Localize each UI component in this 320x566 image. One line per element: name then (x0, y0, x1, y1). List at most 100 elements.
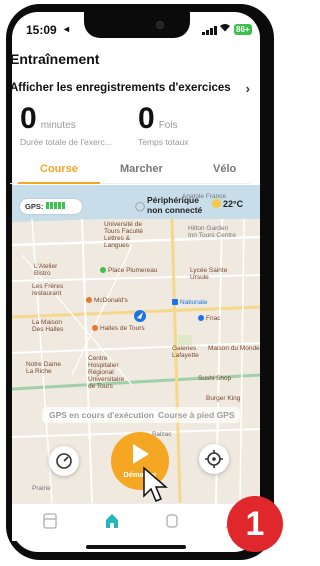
stat-duration: 0 minutes Durée totale de l'exerc... (20, 102, 124, 148)
times-label: Temps totaux (138, 137, 189, 147)
label-line: La Maison (32, 319, 62, 326)
label-line: Bistro (34, 270, 51, 277)
map-label-atelier: L'Atelier Bistro (34, 263, 57, 277)
peripheral-line: Périphérique (147, 195, 199, 205)
active-tab-indicator (18, 182, 100, 184)
map-label-mcdonalds: McDonald's (86, 297, 128, 304)
map-label-universite: Université de Tours Faculté Lettres & La… (104, 221, 143, 249)
restaurant-icon (86, 297, 92, 303)
label-line: Hilton Garden (188, 225, 229, 232)
activity-tabs: Course Marcher Vélo (10, 160, 250, 184)
battery-icon: 86+ (234, 24, 252, 35)
camera-dot (156, 21, 164, 29)
mode-pills: GPS en cours d'exécution Course à pied G… (42, 407, 240, 423)
mouse-cursor-icon (143, 466, 169, 502)
map-label-nationale: Nationale (172, 299, 207, 306)
mode-course-gps[interactable]: Course à pied GPS (158, 410, 235, 420)
wifi-icon (219, 23, 231, 35)
label-text: Nationale (180, 299, 208, 306)
watch-icon: ◯ (135, 201, 146, 211)
shop-icon (198, 315, 204, 321)
label-text: McDonald's (94, 297, 128, 304)
label-text: Halles de Tours (100, 325, 145, 332)
nav-today-icon[interactable] (42, 512, 58, 530)
tab-course[interactable]: Course (40, 163, 78, 175)
map-label-lycee: Lycée Sainte Ursule (190, 267, 227, 281)
label-line: Hospitalier (88, 362, 119, 369)
peripheral-status[interactable]: Périphérique non connecté (147, 195, 202, 215)
label-line: Des Halles (32, 326, 64, 333)
chevron-right-icon: › (245, 81, 250, 96)
cellular-signal-icon (202, 26, 217, 35)
label-line: restaurant (32, 290, 62, 297)
label-line: Ursule (190, 274, 209, 281)
map-label-notre-dame: Notre Dame La Riche (26, 361, 61, 375)
map-label-prairie: Prairie (32, 485, 51, 492)
map-label-plumereau: Place Plumereau (100, 267, 158, 274)
times-unit: Fois (158, 120, 178, 131)
step-number-badge: 1 (227, 496, 283, 552)
map-label-sushi: Sushi Shop (198, 375, 232, 382)
label-line: La Riche (26, 368, 52, 375)
label-line: de Tours (88, 383, 113, 390)
nav-device-icon[interactable] (164, 512, 180, 530)
weather: 22°C (212, 199, 243, 209)
mode-gps-running[interactable]: GPS en cours d'exécution (46, 410, 157, 420)
status-time: 15:09 (26, 23, 57, 37)
label-text: Fnac (206, 315, 221, 322)
training-settings-button[interactable] (49, 446, 79, 476)
duration-label: Durée totale de l'exerc... (20, 137, 112, 147)
label-line: Langues (104, 242, 129, 249)
location-icon: ◂ (64, 24, 70, 35)
map-label-burger: Burger King (206, 395, 241, 402)
train-icon (172, 299, 178, 305)
label-line: L'Atelier (34, 263, 58, 270)
park-icon (100, 267, 106, 273)
page-title: Entraînement (10, 51, 100, 67)
records-link-label: Afficher les enregistrements d'exercices (10, 82, 231, 94)
label-text: Place Plumereau (108, 267, 158, 274)
gps-label: GPS: (25, 202, 44, 211)
map-label-fnac: Fnac (198, 315, 220, 322)
tab-marcher[interactable]: Marcher (120, 163, 163, 175)
label-line: Université de (104, 221, 142, 228)
label-line: Lycée Sainte (190, 267, 228, 274)
label-line: Galeries (172, 345, 197, 352)
map-label-galeries: Galeries Lafayette (172, 345, 199, 359)
play-icon (133, 444, 149, 464)
label-line: Lettres & (104, 235, 131, 242)
peripheral-line: non connecté (147, 205, 203, 215)
locate-button[interactable] (199, 444, 229, 474)
label-line: Tours Faculté (104, 228, 144, 235)
home-indicator (86, 545, 186, 549)
label-line: Régional (88, 369, 114, 376)
tab-velo[interactable]: Vélo (213, 163, 236, 175)
map-label-chu: Centre Hospitalier Régional Universitair… (88, 355, 124, 390)
gps-status-pill: GPS: (20, 199, 82, 214)
label-line: Les Frères (32, 283, 64, 290)
gps-signal-icon (46, 202, 66, 209)
nav-training-icon[interactable] (104, 512, 120, 530)
label-line: Inn Tours Centre (188, 232, 236, 239)
records-link[interactable]: Afficher les enregistrements d'exercices… (10, 81, 250, 96)
times-value: 0 (138, 102, 155, 135)
label-line: Centre (88, 355, 108, 362)
label-line: Lafayette (172, 352, 199, 359)
label-line: Notre Dame (26, 361, 62, 368)
stat-times: 0 Fois Temps totaux (138, 102, 238, 148)
duration-unit: minutes (40, 120, 76, 131)
map-label-hilton: Hilton Garden Inn Tours Centre (188, 225, 236, 239)
notch (84, 12, 190, 38)
gauge-icon (56, 453, 72, 469)
crosshair-icon (205, 450, 223, 468)
map-label-freres: Les Frères restaurant (32, 283, 63, 297)
duration-value: 0 (20, 102, 37, 135)
label-line: Universitaire (88, 376, 125, 383)
store-icon (92, 325, 98, 331)
map-label-halles: Halles de Tours (92, 325, 145, 332)
map-label-maison-halles: La Maison Des Halles (32, 319, 63, 333)
sun-icon (212, 199, 221, 208)
temperature: 22°C (223, 199, 244, 209)
map-label-maison-monde: Maison du Monde (208, 345, 260, 352)
bottom-nav (12, 503, 260, 541)
